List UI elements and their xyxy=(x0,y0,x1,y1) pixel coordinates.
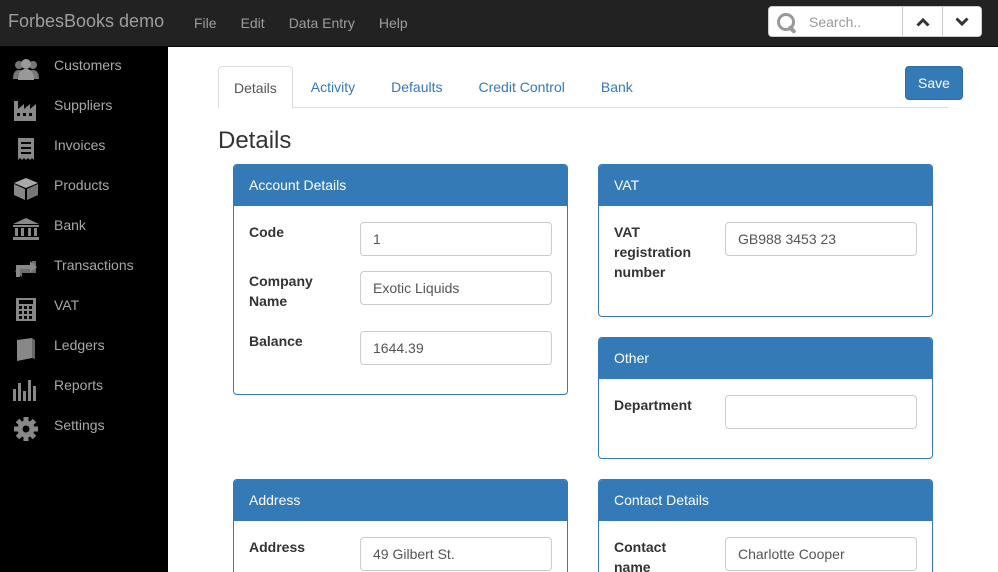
bar-chart-icon xyxy=(13,380,36,401)
balance-field[interactable] xyxy=(360,331,552,365)
contact-name-field[interactable] xyxy=(725,537,917,571)
chevron-down-icon xyxy=(955,16,969,26)
contact-details-heading: Contact Details xyxy=(599,480,932,521)
company-name-field[interactable] xyxy=(360,271,552,305)
sidebar-item-customers[interactable]: Customers xyxy=(0,47,168,87)
vat-heading: VAT xyxy=(599,165,932,206)
department-field[interactable] xyxy=(725,395,917,429)
save-button[interactable]: Save xyxy=(905,66,963,100)
sidebar-label-ledgers: Ledgers xyxy=(54,337,105,353)
menu-data-entry[interactable]: Data Entry xyxy=(277,0,367,47)
sidebar-item-invoices[interactable]: Invoices xyxy=(0,127,168,167)
search-box xyxy=(769,7,903,36)
chevron-up-icon xyxy=(915,17,930,27)
other-panel: Other Department xyxy=(598,337,933,459)
sidebar-label-bank: Bank xyxy=(54,217,86,233)
bank-icon xyxy=(13,218,39,240)
sidebar-item-settings[interactable]: Settings xyxy=(0,407,168,447)
top-navbar: ForbesBooks demo File Edit Data Entry He… xyxy=(0,0,998,47)
sidebar: Customers Suppliers Invoices Products Ba… xyxy=(0,47,168,572)
sidebar-item-ledgers[interactable]: Ledgers xyxy=(0,327,168,367)
sidebar-label-transactions: Transactions xyxy=(54,257,134,273)
sidebar-label-reports: Reports xyxy=(54,377,104,393)
next-button[interactable] xyxy=(942,7,981,36)
code-field[interactable] xyxy=(360,222,552,256)
department-label: Department xyxy=(614,397,692,413)
sidebar-item-products[interactable]: Products xyxy=(0,167,168,207)
page-title: Details xyxy=(218,127,292,154)
vat-registration-label: VAT registration number xyxy=(614,224,692,280)
address-label: Address xyxy=(249,539,306,555)
account-details-panel: Account Details Code Company Name Balanc… xyxy=(233,164,568,395)
account-details-heading: Account Details xyxy=(234,165,567,206)
calculator-icon xyxy=(16,298,36,321)
address-field[interactable] xyxy=(360,537,552,571)
main-content: Details Activity Defaults Credit Control… xyxy=(168,47,998,572)
sidebar-label-suppliers: Suppliers xyxy=(54,97,113,113)
code-label: Code xyxy=(249,224,284,240)
sidebar-label-vat: VAT xyxy=(54,297,80,313)
search-input[interactable] xyxy=(809,13,899,30)
previous-button[interactable] xyxy=(903,7,942,36)
users-icon xyxy=(13,59,39,80)
sidebar-label-products: Products xyxy=(54,177,110,193)
sidebar-label-settings: Settings xyxy=(54,417,105,433)
company-name-label: Company Name xyxy=(249,273,313,309)
sidebar-item-suppliers[interactable]: Suppliers xyxy=(0,87,168,127)
exchange-icon xyxy=(15,261,37,277)
tab-bank[interactable]: Bank xyxy=(583,66,651,108)
sidebar-item-vat[interactable]: VAT xyxy=(0,287,168,327)
sidebar-item-transactions[interactable]: Transactions xyxy=(0,247,168,287)
gear-icon xyxy=(14,417,38,441)
address-heading: Address xyxy=(234,480,567,521)
sidebar-label-customers: Customers xyxy=(54,57,122,73)
tab-defaults[interactable]: Defaults xyxy=(373,66,460,108)
app-brand[interactable]: ForbesBooks demo xyxy=(8,11,164,32)
tab-details[interactable]: Details xyxy=(218,66,293,109)
search-icon xyxy=(775,11,797,33)
main-menu: File Edit Data Entry Help xyxy=(182,0,420,47)
tab-bar: Details Activity Defaults Credit Control… xyxy=(218,66,948,109)
menu-edit[interactable]: Edit xyxy=(229,0,277,47)
sidebar-label-invoices: Invoices xyxy=(54,137,106,153)
factory-icon xyxy=(14,101,36,121)
search-group xyxy=(768,6,982,37)
other-heading: Other xyxy=(599,338,932,379)
vat-panel: VAT VAT registration number xyxy=(598,164,933,317)
contact-name-label: Contact name xyxy=(614,539,667,572)
vat-registration-field[interactable] xyxy=(725,222,917,256)
receipt-icon xyxy=(18,138,34,160)
box-icon xyxy=(14,178,38,200)
book-icon xyxy=(17,338,35,361)
contact-details-panel: Contact Details Contact name xyxy=(598,479,933,572)
tab-credit-control[interactable]: Credit Control xyxy=(461,66,583,108)
tab-activity[interactable]: Activity xyxy=(293,66,373,108)
menu-file[interactable]: File xyxy=(182,0,229,47)
menu-help[interactable]: Help xyxy=(367,0,420,47)
address-panel: Address Address xyxy=(233,479,568,572)
balance-label: Balance xyxy=(249,333,303,349)
sidebar-item-bank[interactable]: Bank xyxy=(0,207,168,247)
sidebar-item-reports[interactable]: Reports xyxy=(0,367,168,407)
